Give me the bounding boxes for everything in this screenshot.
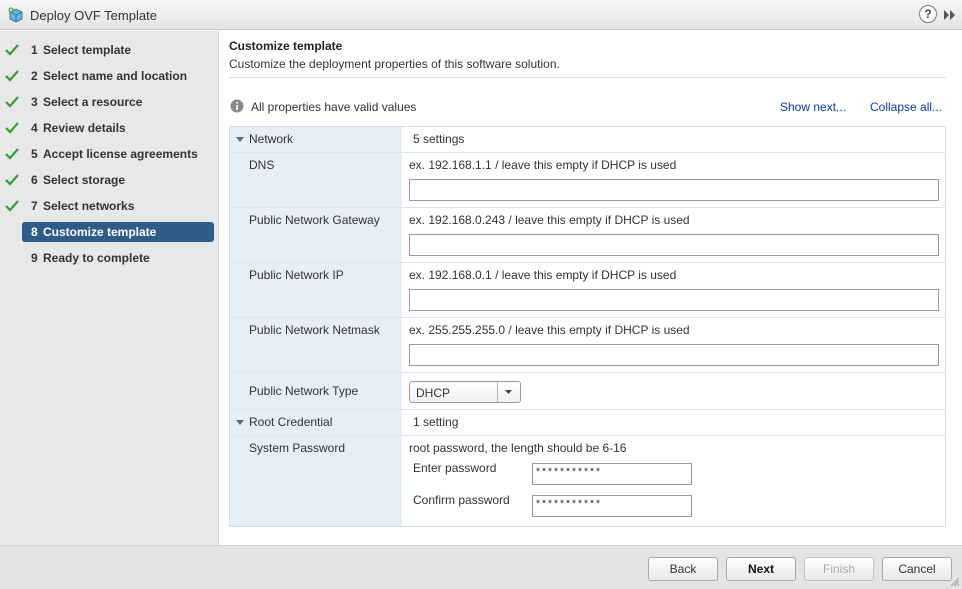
root-settings-count: 1 setting: [413, 415, 459, 429]
checkmark-icon: [5, 174, 19, 186]
back-button[interactable]: Back: [648, 557, 718, 581]
step-label: Select name and location: [43, 69, 188, 83]
system-password-label: System Password: [249, 441, 346, 455]
step-label: Select networks: [43, 199, 135, 213]
system-password-row: System Password root password, the lengt…: [230, 436, 945, 526]
ip-input[interactable]: [409, 289, 939, 311]
network-type-select[interactable]: DHCP: [409, 381, 521, 403]
wizard-step-1[interactable]: 1 Select template: [22, 40, 214, 60]
netmask-row: Public Network Netmask ex. 255.255.255.0…: [230, 318, 945, 373]
ip-row: Public Network IP ex. 192.168.0.1 / leav…: [230, 263, 945, 318]
gateway-label: Public Network Gateway: [249, 213, 380, 227]
network-group-label: Network: [249, 132, 294, 146]
gateway-input[interactable]: [409, 234, 939, 256]
resize-grip-icon[interactable]: [949, 576, 960, 587]
page-subtitle: Customize the deployment properties of t…: [229, 57, 560, 71]
step-number: 1: [31, 43, 38, 57]
network-type-label: Public Network Type: [249, 384, 359, 398]
dns-input[interactable]: [409, 179, 939, 201]
network-settings-count: 5 settings: [413, 132, 465, 146]
wizard-step-9[interactable]: 9 Ready to complete: [22, 248, 214, 268]
ovf-template-icon: [8, 7, 23, 23]
step-label: Select storage: [43, 173, 126, 187]
step-number: 8: [31, 225, 38, 239]
confirm-password-input[interactable]: ***********: [532, 495, 692, 517]
step-label: Select a resource: [43, 95, 143, 109]
window-title: Deploy OVF Template: [30, 8, 157, 23]
title-bar: Deploy OVF Template ?: [0, 0, 962, 30]
step-number: 6: [31, 173, 38, 187]
step-number: 7: [31, 199, 38, 213]
step-label: Review details: [43, 121, 126, 135]
validation-status: All properties have valid values: [251, 100, 417, 114]
enter-password-label: Enter password: [413, 461, 497, 475]
step-label: Accept license agreements: [43, 147, 198, 161]
info-icon: [230, 99, 244, 113]
divider: [229, 77, 946, 78]
wizard-step-2[interactable]: 2 Select name and location: [22, 66, 214, 86]
wizard-step-8[interactable]: 8 Customize template: [22, 222, 214, 242]
ip-hint: ex. 192.168.0.1 / leave this empty if DH…: [409, 268, 677, 282]
step-label: Ready to complete: [43, 251, 150, 265]
netmask-label: Public Network Netmask: [249, 323, 380, 337]
step-number: 9: [31, 251, 38, 265]
main-content: Customize template Customize the deploym…: [219, 31, 962, 545]
caret-down-icon[interactable]: [236, 420, 244, 425]
root-credential-label: Root Credential: [249, 415, 333, 429]
confirm-password-label: Confirm password: [413, 493, 510, 507]
network-type-row: Public Network Type DHCP: [230, 373, 945, 410]
finish-button[interactable]: Finish: [804, 557, 874, 581]
chevron-down-icon: [505, 390, 512, 394]
netmask-input[interactable]: [409, 344, 939, 366]
collapse-all-link[interactable]: Collapse all...: [870, 100, 942, 114]
help-button[interactable]: ?: [919, 5, 937, 23]
double-chevron-right-icon[interactable]: [943, 9, 957, 21]
cancel-button[interactable]: Cancel: [882, 557, 952, 581]
dns-row: DNS ex. 192.168.1.1 / leave this empty i…: [230, 153, 945, 208]
select-divider: [497, 382, 498, 402]
wizard-footer: Back Next Finish Cancel: [0, 545, 962, 589]
checkmark-icon: [5, 122, 19, 134]
step-number: 4: [31, 121, 38, 135]
properties-grid: Network 5 settings DNS ex. 192.168.1.1 /…: [229, 126, 946, 527]
dns-hint: ex. 192.168.1.1 / leave this empty if DH…: [409, 158, 677, 172]
ip-label: Public Network IP: [249, 268, 344, 282]
checkmark-icon: [5, 44, 19, 56]
caret-down-icon[interactable]: [236, 137, 244, 142]
wizard-step-6[interactable]: 6 Select storage: [22, 170, 214, 190]
system-password-hint: root password, the length should be 6-16: [409, 441, 627, 455]
gateway-hint: ex. 192.168.0.243 / leave this empty if …: [409, 213, 690, 227]
wizard-steps-sidebar: 1 Select template 2 Select name and locatio…: [0, 31, 219, 545]
wizard-step-3[interactable]: 3 Select a resource: [22, 92, 214, 112]
step-number: 3: [31, 95, 38, 109]
checkmark-icon: [5, 70, 19, 82]
wizard-step-5[interactable]: 5 Accept license agreements: [22, 144, 214, 164]
checkmark-icon: [5, 96, 19, 108]
step-label: Customize template: [43, 225, 157, 239]
show-next-link[interactable]: Show next...: [780, 100, 846, 114]
checkmark-icon: [5, 148, 19, 160]
next-button[interactable]: Next: [726, 557, 796, 581]
step-number: 2: [31, 69, 38, 83]
page-title: Customize template: [229, 39, 343, 53]
step-number: 5: [31, 147, 38, 161]
dns-label: DNS: [249, 158, 275, 172]
netmask-hint: ex. 255.255.255.0 / leave this empty if …: [409, 323, 690, 337]
gateway-row: Public Network Gateway ex. 192.168.0.243…: [230, 208, 945, 263]
enter-password-input[interactable]: ***********: [532, 463, 692, 485]
root-credential-group-header[interactable]: Root Credential 1 setting: [230, 410, 945, 436]
step-label: Select template: [43, 43, 132, 57]
wizard-step-7[interactable]: 7 Select networks: [22, 196, 214, 216]
wizard-step-4[interactable]: 4 Review details: [22, 118, 214, 138]
network-group-header[interactable]: Network 5 settings: [230, 127, 945, 153]
checkmark-icon: [5, 200, 19, 212]
network-type-value: DHCP: [416, 386, 451, 400]
